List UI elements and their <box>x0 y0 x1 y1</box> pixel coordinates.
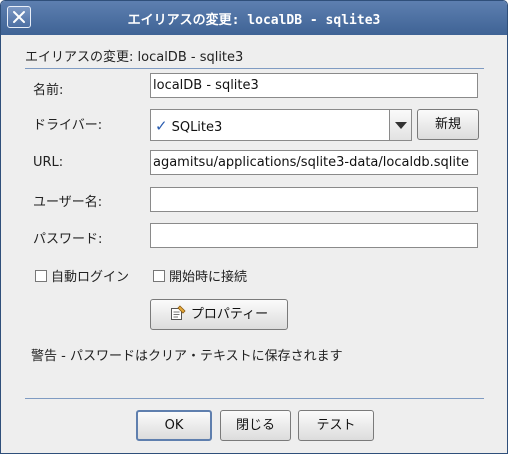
user-label: ユーザー名: <box>33 195 103 210</box>
name-field[interactable]: localDB - sqlite3 <box>150 73 478 98</box>
driver-selected-value: ✓ SQLite3 <box>155 117 222 135</box>
alias-dialog: エイリアスの変更: localDB - sqlite3 エイリアスの変更: lo… <box>0 0 508 454</box>
dropdown-arrow-button[interactable] <box>389 110 411 140</box>
close-button[interactable]: 閉じる <box>220 410 291 441</box>
checkmark-icon: ✓ <box>155 117 168 135</box>
dialog-header: エイリアスの変更: localDB - sqlite3 <box>25 50 244 65</box>
driver-select[interactable]: ✓ SQLite3 <box>150 109 412 141</box>
connect-on-start-checkbox[interactable] <box>153 270 165 282</box>
driver-label: ドライバー: <box>33 118 103 133</box>
test-button[interactable]: テスト <box>298 410 374 441</box>
name-label: 名前: <box>33 83 64 98</box>
connect-on-start-option[interactable]: 開始時に接続 <box>153 266 247 285</box>
chevron-down-icon <box>395 122 407 129</box>
connect-on-start-label: 開始時に接続 <box>169 270 248 285</box>
auto-login-label: 自動ログイン <box>51 270 130 285</box>
password-field[interactable] <box>150 223 478 248</box>
driver-selected-label: SQLite3 <box>171 120 223 135</box>
title-bar[interactable]: エイリアスの変更: localDB - sqlite3 <box>1 1 507 35</box>
properties-label: プロパティー <box>190 307 269 322</box>
password-warning: 警告 - パスワードはクリア・テキストに保存されます <box>31 349 343 364</box>
url-label: URL: <box>33 155 64 170</box>
window-title: エイリアスの変更: localDB - sqlite3 <box>127 13 381 28</box>
user-field[interactable] <box>150 187 478 212</box>
properties-button[interactable]: プロパティー <box>150 299 288 330</box>
auto-login-option[interactable]: 自動ログイン <box>35 266 129 285</box>
url-value: agamitsu/applications/sqlite3-data/local… <box>153 155 470 170</box>
auto-login-checkbox[interactable] <box>35 270 47 282</box>
password-label: パスワード: <box>33 232 103 247</box>
new-driver-button[interactable]: 新規 <box>417 109 479 140</box>
header-separator <box>25 68 484 69</box>
ok-button[interactable]: OK <box>136 410 212 441</box>
url-field[interactable]: agamitsu/applications/sqlite3-data/local… <box>150 150 478 175</box>
properties-icon <box>170 305 186 320</box>
footer-separator <box>25 398 484 399</box>
